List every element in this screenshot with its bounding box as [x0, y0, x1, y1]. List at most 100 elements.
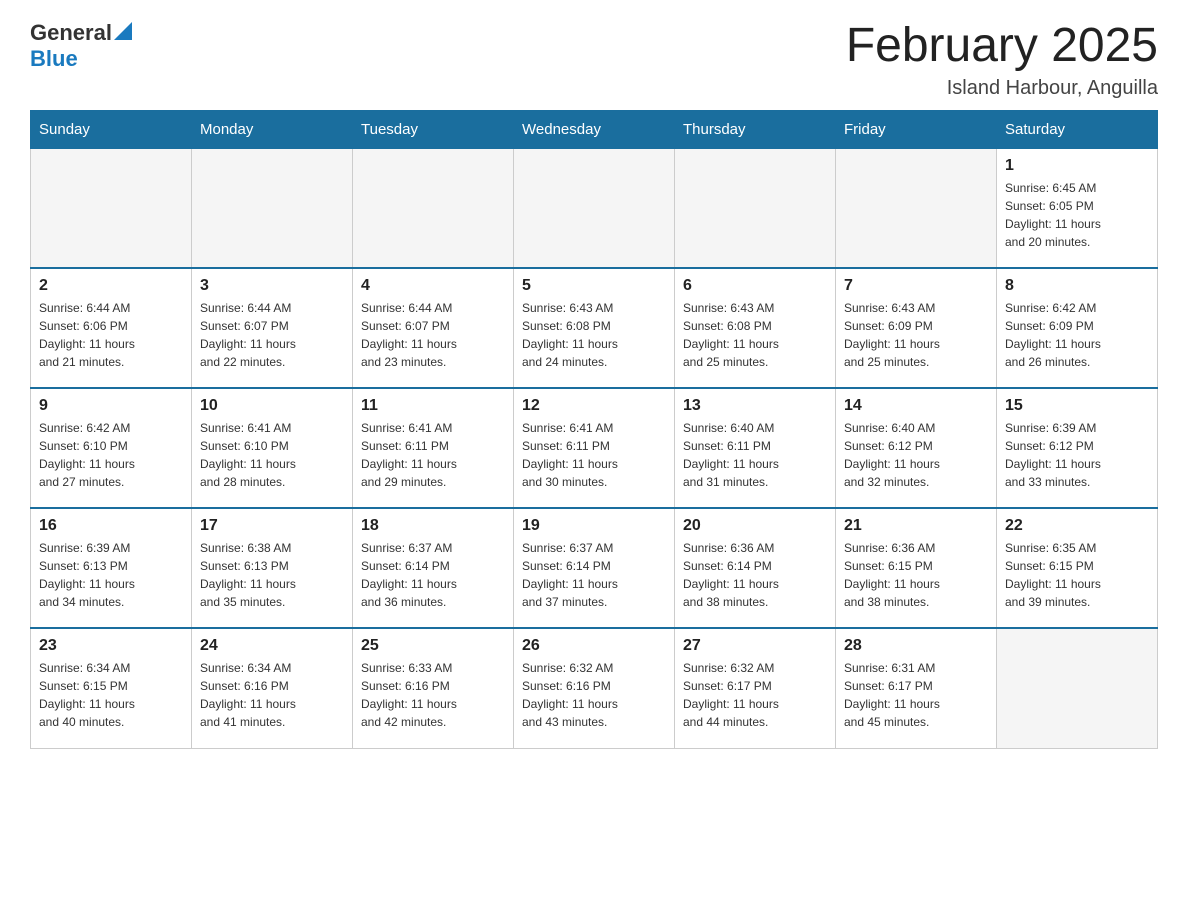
day-number: 19 — [522, 517, 666, 535]
day-info: Sunrise: 6:34 AM Sunset: 6:16 PM Dayligh… — [200, 659, 344, 731]
calendar-cell — [353, 148, 514, 268]
calendar-cell — [514, 148, 675, 268]
day-number: 26 — [522, 637, 666, 655]
calendar-cell: 6 Sunrise: 6:43 AM Sunset: 6:08 PM Daylig… — [675, 268, 836, 388]
calendar-cell: 4 Sunrise: 6:44 AM Sunset: 6:07 PM Daylig… — [353, 268, 514, 388]
calendar-cell: 27 Sunrise: 6:32 AM Sunset: 6:17 PM Dayli… — [675, 628, 836, 748]
day-number: 11 — [361, 397, 505, 415]
day-of-week-header: Tuesday — [353, 110, 514, 148]
logo-blue-text: Blue — [30, 46, 78, 71]
calendar-header-row: SundayMondayTuesdayWednesdayThursdayFrid… — [31, 110, 1158, 148]
day-info: Sunrise: 6:45 AM Sunset: 6:05 PM Dayligh… — [1005, 179, 1149, 251]
day-number: 20 — [683, 517, 827, 535]
calendar-week-row: 2Sunrise: 6:44 AM Sunset: 6:06 PM Daylig… — [31, 268, 1158, 388]
day-number: 24 — [200, 637, 344, 655]
calendar-cell — [836, 148, 997, 268]
calendar-cell: 10 Sunrise: 6:41 AM Sunset: 6:10 PM Dayli… — [192, 388, 353, 508]
calendar-cell: 8 Sunrise: 6:42 AM Sunset: 6:09 PM Daylig… — [997, 268, 1158, 388]
day-number: 28 — [844, 637, 988, 655]
day-of-week-header: Friday — [836, 110, 997, 148]
day-info: Sunrise: 6:42 AM Sunset: 6:10 PM Dayligh… — [39, 419, 183, 491]
day-number: 27 — [683, 637, 827, 655]
calendar-cell: 21 Sunrise: 6:36 AM Sunset: 6:15 PM Dayli… — [836, 508, 997, 628]
calendar-cell: 28 Sunrise: 6:31 AM Sunset: 6:17 PM Dayli… — [836, 628, 997, 748]
day-info: Sunrise: 6:43 AM Sunset: 6:09 PM Dayligh… — [844, 299, 988, 371]
day-info: Sunrise: 6:38 AM Sunset: 6:13 PM Dayligh… — [200, 539, 344, 611]
day-info: Sunrise: 6:35 AM Sunset: 6:15 PM Dayligh… — [1005, 539, 1149, 611]
calendar-cell: 9 Sunrise: 6:42 AM Sunset: 6:10 PM Daylig… — [31, 388, 192, 508]
calendar-cell: 12 Sunrise: 6:41 AM Sunset: 6:11 PM Dayli… — [514, 388, 675, 508]
calendar-week-row: 9 Sunrise: 6:42 AM Sunset: 6:10 PM Daylig… — [31, 388, 1158, 508]
day-info: Sunrise: 6:41 AM Sunset: 6:11 PM Dayligh… — [361, 419, 505, 491]
day-info: Sunrise: 6:39 AM Sunset: 6:12 PM Dayligh… — [1005, 419, 1149, 491]
day-of-week-header: Wednesday — [514, 110, 675, 148]
calendar-cell: 16 Sunrise: 6:39 AM Sunset: 6:13 PM Dayli… — [31, 508, 192, 628]
day-of-week-header: Thursday — [675, 110, 836, 148]
calendar-cell: 24 Sunrise: 6:34 AM Sunset: 6:16 PM Dayli… — [192, 628, 353, 748]
calendar-cell: 25Sunrise: 6:33 AM Sunset: 6:16 PM Dayli… — [353, 628, 514, 748]
day-number: 12 — [522, 397, 666, 415]
calendar-cell — [31, 148, 192, 268]
day-info: Sunrise: 6:44 AM Sunset: 6:07 PM Dayligh… — [361, 299, 505, 371]
day-number: 10 — [200, 397, 344, 415]
day-info: Sunrise: 6:32 AM Sunset: 6:17 PM Dayligh… — [683, 659, 827, 731]
day-info: Sunrise: 6:32 AM Sunset: 6:16 PM Dayligh… — [522, 659, 666, 731]
day-number: 16 — [39, 517, 183, 535]
logo: General Blue — [30, 20, 132, 72]
day-info: Sunrise: 6:39 AM Sunset: 6:13 PM Dayligh… — [39, 539, 183, 611]
calendar-cell — [675, 148, 836, 268]
day-info: Sunrise: 6:44 AM Sunset: 6:07 PM Dayligh… — [200, 299, 344, 371]
calendar-cell: 22 Sunrise: 6:35 AM Sunset: 6:15 PM Dayli… — [997, 508, 1158, 628]
day-info: Sunrise: 6:34 AM Sunset: 6:15 PM Dayligh… — [39, 659, 183, 731]
day-of-week-header: Saturday — [997, 110, 1158, 148]
logo-general-text: General — [30, 20, 112, 46]
day-of-week-header: Monday — [192, 110, 353, 148]
calendar-week-row: 1 Sunrise: 6:45 AM Sunset: 6:05 PM Daylig… — [31, 148, 1158, 268]
logo-arrow-icon — [114, 22, 132, 40]
day-number: 6 — [683, 277, 827, 295]
day-number: 23 — [39, 637, 183, 655]
day-info: Sunrise: 6:37 AM Sunset: 6:14 PM Dayligh… — [522, 539, 666, 611]
calendar-table: SundayMondayTuesdayWednesdayThursdayFrid… — [30, 110, 1158, 749]
day-info: Sunrise: 6:41 AM Sunset: 6:11 PM Dayligh… — [522, 419, 666, 491]
day-info: Sunrise: 6:31 AM Sunset: 6:17 PM Dayligh… — [844, 659, 988, 731]
day-info: Sunrise: 6:36 AM Sunset: 6:15 PM Dayligh… — [844, 539, 988, 611]
day-number: 9 — [39, 397, 183, 415]
calendar-cell: 3Sunrise: 6:44 AM Sunset: 6:07 PM Daylig… — [192, 268, 353, 388]
calendar-week-row: 16 Sunrise: 6:39 AM Sunset: 6:13 PM Dayli… — [31, 508, 1158, 628]
calendar-cell: 7 Sunrise: 6:43 AM Sunset: 6:09 PM Daylig… — [836, 268, 997, 388]
day-number: 18 — [361, 517, 505, 535]
day-info: Sunrise: 6:43 AM Sunset: 6:08 PM Dayligh… — [522, 299, 666, 371]
day-number: 5 — [522, 277, 666, 295]
page-header: General Blue February 2025 Island Harbou… — [30, 20, 1158, 100]
day-info: Sunrise: 6:41 AM Sunset: 6:10 PM Dayligh… — [200, 419, 344, 491]
calendar-cell: 18 Sunrise: 6:37 AM Sunset: 6:14 PM Dayli… — [353, 508, 514, 628]
day-number: 7 — [844, 277, 988, 295]
calendar-cell: 20 Sunrise: 6:36 AM Sunset: 6:14 PM Dayli… — [675, 508, 836, 628]
day-number: 15 — [1005, 397, 1149, 415]
day-info: Sunrise: 6:37 AM Sunset: 6:14 PM Dayligh… — [361, 539, 505, 611]
calendar-week-row: 23 Sunrise: 6:34 AM Sunset: 6:15 PM Dayli… — [31, 628, 1158, 748]
day-number: 25 — [361, 637, 505, 655]
calendar-cell: 11 Sunrise: 6:41 AM Sunset: 6:11 PM Dayli… — [353, 388, 514, 508]
calendar-cell: 17 Sunrise: 6:38 AM Sunset: 6:13 PM Dayli… — [192, 508, 353, 628]
calendar-cell: 15 Sunrise: 6:39 AM Sunset: 6:12 PM Dayli… — [997, 388, 1158, 508]
day-info: Sunrise: 6:42 AM Sunset: 6:09 PM Dayligh… — [1005, 299, 1149, 371]
location-title: Island Harbour, Anguilla — [846, 77, 1158, 100]
day-number: 17 — [200, 517, 344, 535]
day-info: Sunrise: 6:36 AM Sunset: 6:14 PM Dayligh… — [683, 539, 827, 611]
day-info: Sunrise: 6:43 AM Sunset: 6:08 PM Dayligh… — [683, 299, 827, 371]
calendar-cell: 13Sunrise: 6:40 AM Sunset: 6:11 PM Dayli… — [675, 388, 836, 508]
calendar-cell: 26 Sunrise: 6:32 AM Sunset: 6:16 PM Dayli… — [514, 628, 675, 748]
day-info: Sunrise: 6:40 AM Sunset: 6:12 PM Dayligh… — [844, 419, 988, 491]
day-number: 8 — [1005, 277, 1149, 295]
day-number: 21 — [844, 517, 988, 535]
day-number: 22 — [1005, 517, 1149, 535]
calendar-cell — [192, 148, 353, 268]
day-of-week-header: Sunday — [31, 110, 192, 148]
day-number: 14 — [844, 397, 988, 415]
calendar-cell — [997, 628, 1158, 748]
day-info: Sunrise: 6:40 AM Sunset: 6:11 PM Dayligh… — [683, 419, 827, 491]
day-number: 1 — [1005, 157, 1149, 175]
day-number: 4 — [361, 277, 505, 295]
